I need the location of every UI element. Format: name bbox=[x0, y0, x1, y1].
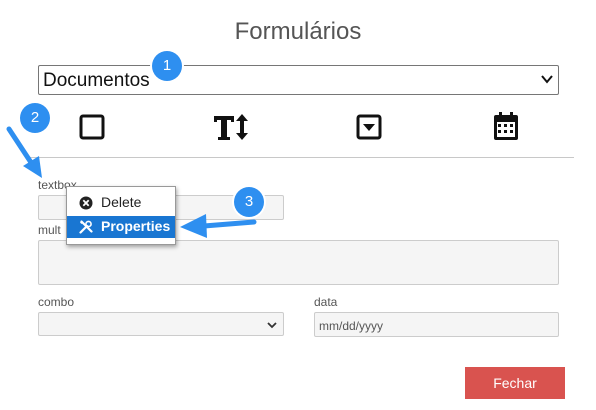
combo-label: combo bbox=[38, 295, 75, 309]
context-menu-delete[interactable]: Delete bbox=[67, 192, 175, 214]
date-label: data bbox=[314, 295, 338, 309]
context-menu-delete-label: Delete bbox=[101, 194, 142, 210]
delete-icon bbox=[79, 196, 93, 210]
chevron-down-icon bbox=[267, 322, 277, 329]
context-menu-properties[interactable]: Properties bbox=[67, 216, 175, 238]
calendar-icon[interactable] bbox=[493, 111, 519, 141]
checkbox-icon[interactable] bbox=[79, 114, 105, 140]
context-menu: Delete Properties bbox=[66, 186, 176, 245]
document-select-value: Documentos bbox=[43, 70, 150, 91]
context-menu-properties-label: Properties bbox=[101, 218, 171, 234]
date-placeholder: mm/dd/yyyy bbox=[319, 319, 384, 333]
close-button[interactable]: Fechar bbox=[465, 367, 565, 399]
callout-badge-2: 2 bbox=[20, 103, 50, 133]
dialog-title: Formulários bbox=[234, 18, 362, 45]
text-size-icon[interactable] bbox=[213, 113, 249, 141]
combo-field[interactable] bbox=[38, 312, 284, 336]
callout-arrow-2 bbox=[6, 126, 42, 178]
callout-badge-1: 1 bbox=[152, 51, 182, 81]
tools-icon bbox=[79, 220, 93, 234]
chevron-down-icon bbox=[541, 75, 553, 84]
multiline-field[interactable] bbox=[38, 240, 559, 285]
toolbar-divider bbox=[28, 157, 574, 158]
document-select[interactable]: Documentos bbox=[38, 65, 559, 95]
callout-badge-3: 3 bbox=[234, 187, 264, 217]
multiline-label: mult bbox=[38, 223, 61, 237]
dropdown-icon[interactable] bbox=[356, 114, 382, 140]
date-field[interactable]: mm/dd/yyyy bbox=[314, 312, 559, 337]
